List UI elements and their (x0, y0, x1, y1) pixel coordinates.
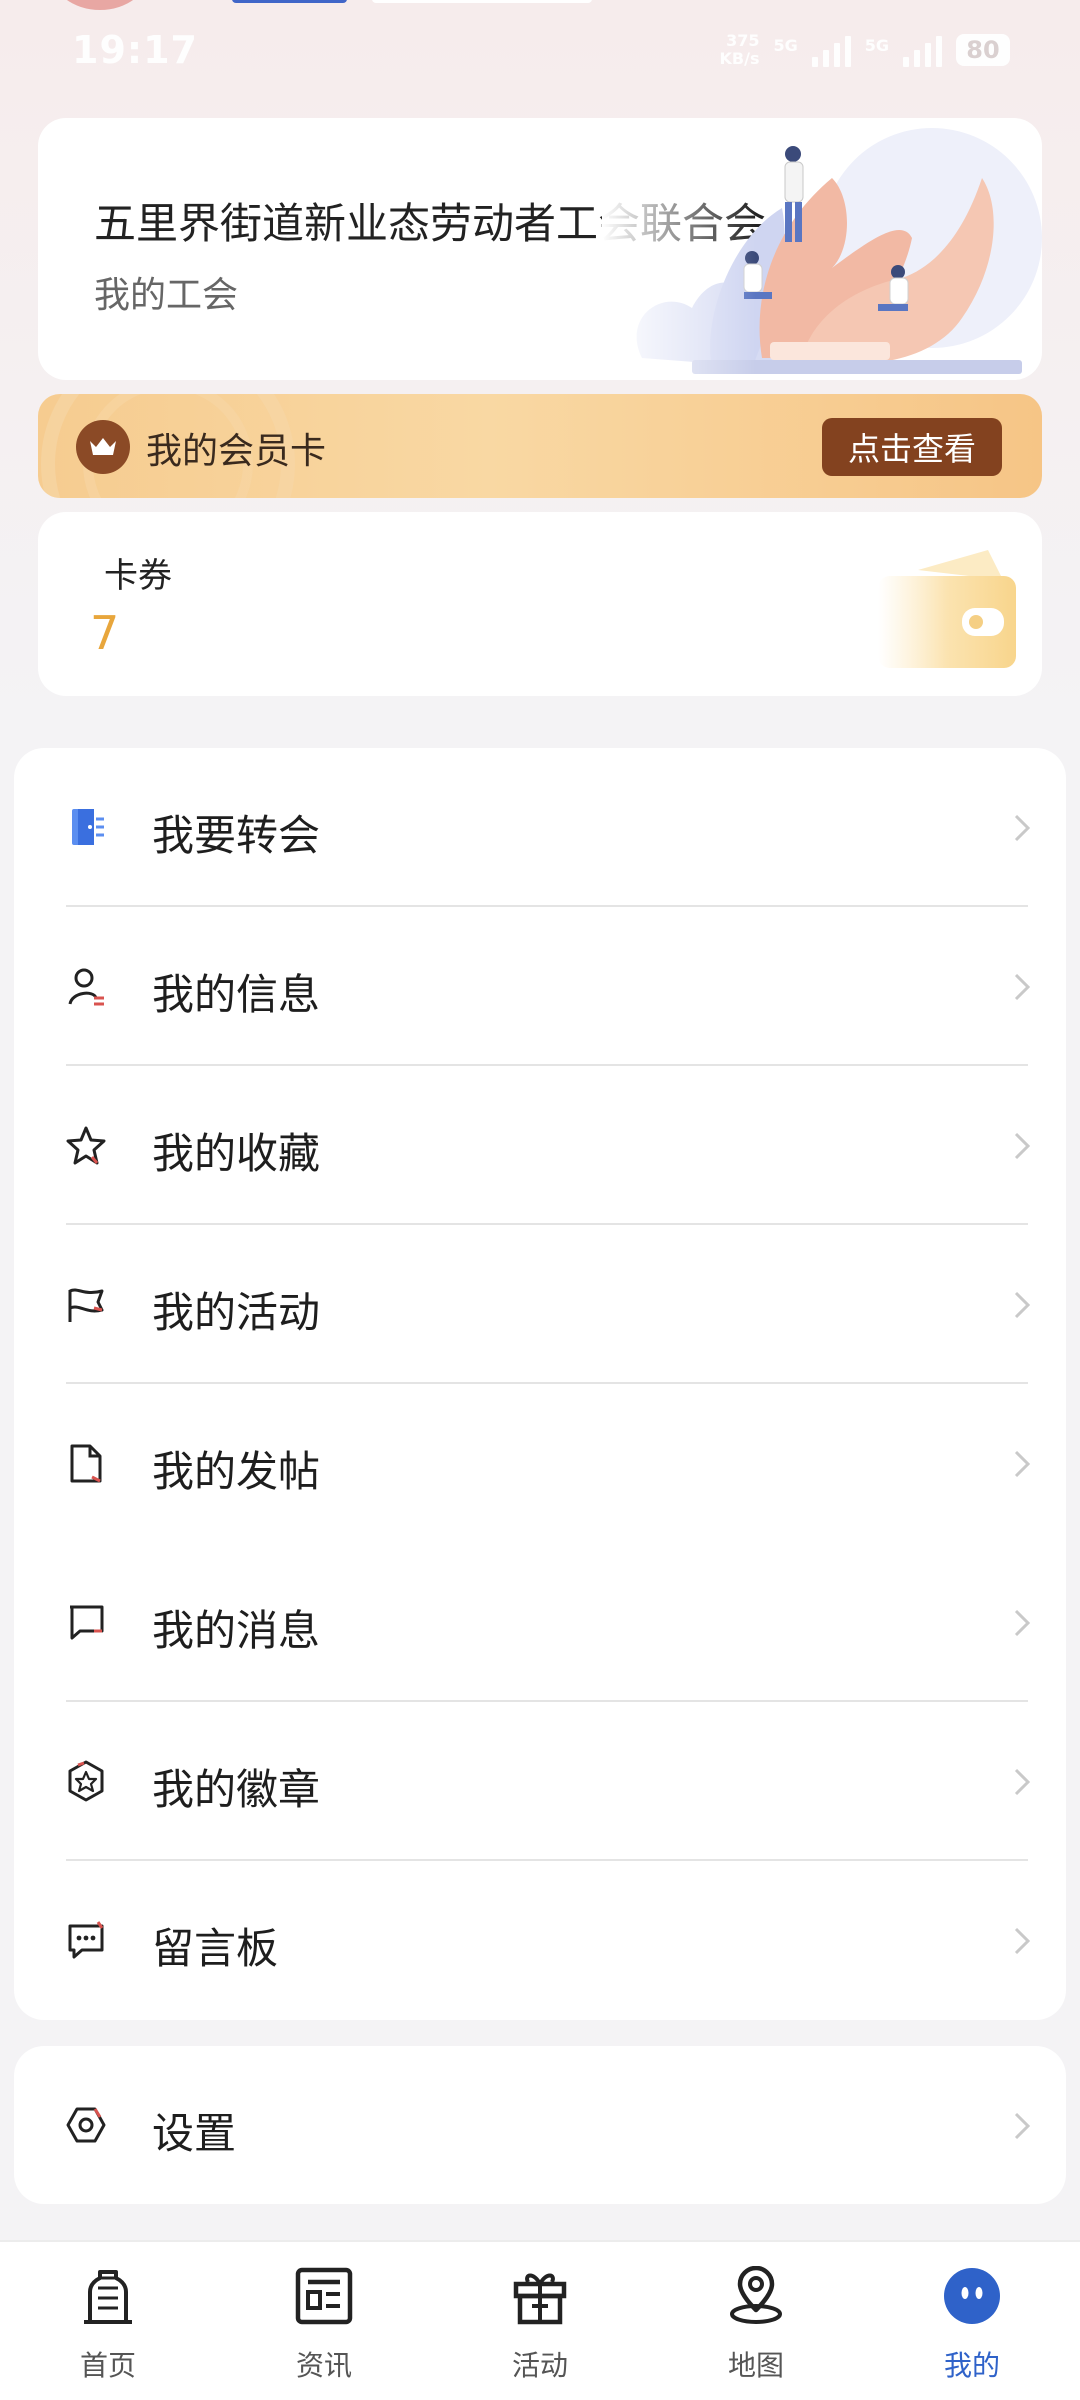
member-card-banner[interactable]: 我的会员卡 点击查看 (38, 394, 1042, 498)
transfer-door-icon (72, 809, 104, 845)
chevron-right-icon (1014, 814, 1031, 842)
menu-item-message-board[interactable]: 留言板 (14, 1861, 1066, 2020)
menu-item-activities[interactable]: 我的活动 (14, 1225, 1066, 1384)
view-member-card-button[interactable]: 点击查看 (822, 418, 1002, 476)
menu-item-settings[interactable]: 设置 (14, 2046, 1066, 2205)
tab-news[interactable]: 资讯 (216, 2242, 432, 2400)
coupon-label: 卡券 (104, 556, 172, 596)
menu-item-label: 我的信息 (152, 970, 321, 1019)
member-card-label: 我的会员卡 (146, 431, 327, 472)
badge-icon (68, 1760, 104, 1802)
tab-home[interactable]: 首页 (0, 2242, 216, 2400)
tab-label: 活动 (511, 2349, 568, 2382)
menu-item-posts[interactable]: 我的发帖 (14, 1384, 1066, 1543)
menu-item-my-info[interactable]: 我的信息 (14, 907, 1066, 1066)
menu-item-badges[interactable]: 我的徽章 (14, 1702, 1066, 1861)
document-icon (70, 1444, 102, 1483)
star-icon (66, 1126, 106, 1165)
flag-icon (68, 1288, 104, 1322)
gift-icon (513, 2273, 567, 2325)
chevron-right-icon (1014, 1132, 1031, 1160)
network-speed: 375 KB/s (719, 31, 760, 68)
menu-item-favorites[interactable]: 我的收藏 (14, 1066, 1066, 1225)
tab-activities[interactable]: 活动 (432, 2242, 648, 2400)
menu-item-label: 留言板 (152, 1924, 279, 1973)
status-bar: 19:17 375 KB/s 5G 5G 80 (0, 0, 1080, 100)
chevron-right-icon (1014, 1609, 1031, 1637)
status-time: 19:17 (72, 28, 198, 72)
signal-icon (811, 33, 851, 67)
menu-item-label: 我的活动 (152, 1288, 321, 1337)
comment-board-icon (68, 1921, 104, 1959)
menu-item-transfer[interactable]: 我要转会 (14, 748, 1066, 907)
menu-item-label: 我要转会 (152, 811, 321, 860)
menu-item-label: 我的消息 (152, 1606, 321, 1655)
settings-hexagon-icon (66, 2107, 106, 2143)
union-subtitle: 我的工会 (94, 275, 239, 316)
tab-profile[interactable]: 我的 (864, 2242, 1080, 2400)
tab-label: 我的 (943, 2349, 1000, 2382)
home-building-icon (84, 2270, 132, 2324)
tab-label: 首页 (79, 2349, 136, 2382)
message-icon (70, 1605, 104, 1640)
menu-list: 我要转会 我的信息 我的收藏 我的活动 我的发帖 我的消息 我的徽章 留言板 (14, 748, 1066, 2020)
chevron-right-icon (1014, 1450, 1031, 1478)
chevron-right-icon (1014, 1291, 1031, 1319)
settings-label: 设置 (152, 2109, 237, 2158)
chevron-right-icon (1014, 1927, 1031, 1955)
tab-map[interactable]: 地图 (648, 2242, 864, 2400)
menu-item-label: 我的发帖 (152, 1447, 321, 1496)
profile-face-icon (944, 2268, 1000, 2324)
union-card[interactable]: 五里界街道新业态劳动者工会联合会 我的工会 (38, 118, 1042, 380)
coupon-card[interactable]: 卡券 7 (38, 512, 1042, 696)
signal-icon (903, 33, 942, 67)
news-icon (295, 2267, 353, 2325)
map-pin-icon (730, 2266, 782, 2324)
bottom-tab-bar: 首页 资讯 活动 地图 我的 (0, 2240, 1080, 2400)
chevron-right-icon (1014, 2112, 1031, 2140)
coupon-count: 7 (90, 606, 120, 660)
menu-item-label: 我的收藏 (152, 1129, 321, 1178)
network-type: 5G (864, 36, 889, 55)
menu-item-label: 我的徽章 (152, 1765, 321, 1814)
wallet-icon (878, 550, 1016, 668)
tab-label: 资讯 (295, 2349, 352, 2382)
status-indicators: 375 KB/s 5G 5G 80 (719, 31, 1010, 68)
settings-row[interactable]: 设置 (14, 2046, 1066, 2204)
network-type: 5G (773, 36, 798, 55)
battery-icon: 80 (956, 34, 1010, 66)
menu-item-messages[interactable]: 我的消息 (14, 1543, 1066, 1702)
user-info-icon (68, 968, 104, 1006)
chevron-right-icon (1014, 1768, 1031, 1796)
union-illustration (602, 118, 1042, 380)
tab-label: 地图 (727, 2349, 784, 2382)
crown-icon (76, 420, 130, 474)
chevron-right-icon (1014, 973, 1031, 1001)
